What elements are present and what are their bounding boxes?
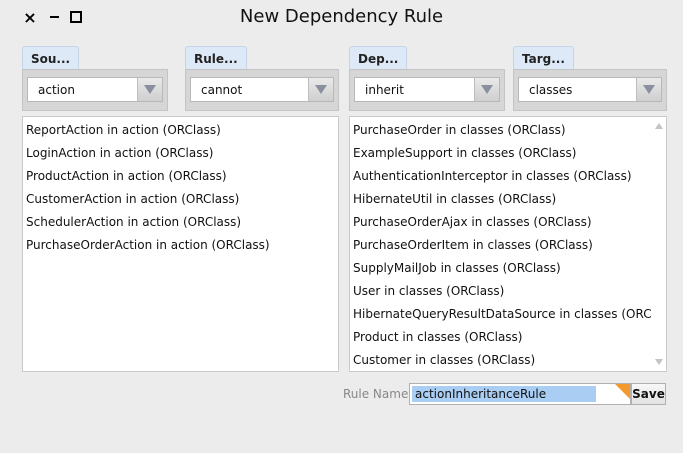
dependency-dropdown-value: inherit	[365, 83, 404, 97]
source-dropdown[interactable]: action	[27, 77, 163, 102]
rule-panel: cannot	[185, 69, 339, 111]
rule-name-label: Rule Name:	[343, 387, 413, 401]
minimize-icon[interactable]	[46, 9, 62, 25]
list-item[interactable]: Product in classes (ORClass)	[350, 326, 666, 349]
list-item[interactable]: SupplyMailJob in classes (ORClass)	[350, 257, 666, 280]
rule-dropdown-value: cannot	[201, 83, 243, 97]
tab-rule[interactable]: Rule...	[185, 46, 247, 70]
edit-indicator-icon	[615, 384, 630, 399]
target-dropdown-arrow[interactable]	[636, 78, 661, 101]
tab-dependency[interactable]: Dep...	[349, 46, 408, 70]
list-item[interactable]: CustomerAction in action (ORClass)	[23, 188, 338, 211]
list-item[interactable]: HibernateQueryResultDataSource in classe…	[350, 303, 666, 326]
source-dropdown-value: action	[38, 83, 75, 97]
list-item[interactable]: SchedulerAction in action (ORClass)	[23, 211, 338, 234]
target-dropdown[interactable]: classes	[518, 77, 662, 102]
rule-dropdown[interactable]: cannot	[190, 77, 334, 102]
list-item[interactable]: PurchaseOrder in classes (ORClass)	[350, 119, 666, 142]
rule-name-value: actionInheritanceRule	[415, 387, 547, 401]
tab-source[interactable]: Sou...	[22, 46, 80, 70]
dependency-dropdown[interactable]: inherit	[354, 77, 500, 102]
chevron-down-icon	[315, 85, 327, 94]
list-item[interactable]: AuthenticationInterceptor in classes (OR…	[350, 165, 666, 188]
list-item[interactable]: PurchaseOrderItem in classes (ORClass)	[350, 234, 666, 257]
title-bar: × New Dependency Rule	[0, 0, 683, 36]
list-item[interactable]: LoginAction in action (ORClass)	[23, 142, 338, 165]
close-icon[interactable]: ×	[22, 8, 38, 27]
maximize-icon[interactable]	[68, 9, 84, 25]
list-item[interactable]: PurchaseOrderAction in action (ORClass)	[23, 234, 338, 257]
list-item[interactable]: ReportAction in action (ORClass)	[23, 119, 338, 142]
window-title: New Dependency Rule	[239, 6, 444, 27]
scroll-up-icon[interactable]	[655, 123, 663, 129]
save-button[interactable]: Save	[631, 383, 666, 405]
chevron-down-icon	[643, 85, 655, 94]
target-list-scrollbar[interactable]	[652, 117, 666, 371]
source-dropdown-arrow[interactable]	[137, 78, 162, 101]
source-panel: action	[22, 69, 168, 111]
scroll-down-icon[interactable]	[655, 359, 663, 365]
chevron-down-icon	[144, 85, 156, 94]
list-item[interactable]: PurchaseOrderAjax in classes (ORClass)	[350, 211, 666, 234]
rule-name-input[interactable]: actionInheritanceRule	[409, 383, 631, 405]
source-list[interactable]: ReportAction in action (ORClass) LoginAc…	[22, 116, 339, 372]
list-item[interactable]: Customer in classes (ORClass)	[350, 349, 666, 371]
target-list[interactable]: PurchaseOrder in classes (ORClass) Examp…	[349, 116, 667, 372]
rule-dropdown-arrow[interactable]	[308, 78, 333, 101]
list-item[interactable]: ExampleSupport in classes (ORClass)	[350, 142, 666, 165]
dependency-rule-window: × New Dependency Rule Sou... action Rule…	[0, 0, 683, 453]
dependency-panel: inherit	[349, 69, 505, 111]
target-dropdown-value: classes	[529, 83, 573, 97]
list-item[interactable]: ProductAction in action (ORClass)	[23, 165, 338, 188]
dependency-dropdown-arrow[interactable]	[474, 78, 499, 101]
list-item[interactable]: User in classes (ORClass)	[350, 280, 666, 303]
chevron-down-icon	[481, 85, 493, 94]
list-item[interactable]: HibernateUtil in classes (ORClass)	[350, 188, 666, 211]
target-panel: classes	[513, 69, 667, 111]
tab-target[interactable]: Targ...	[513, 46, 574, 70]
